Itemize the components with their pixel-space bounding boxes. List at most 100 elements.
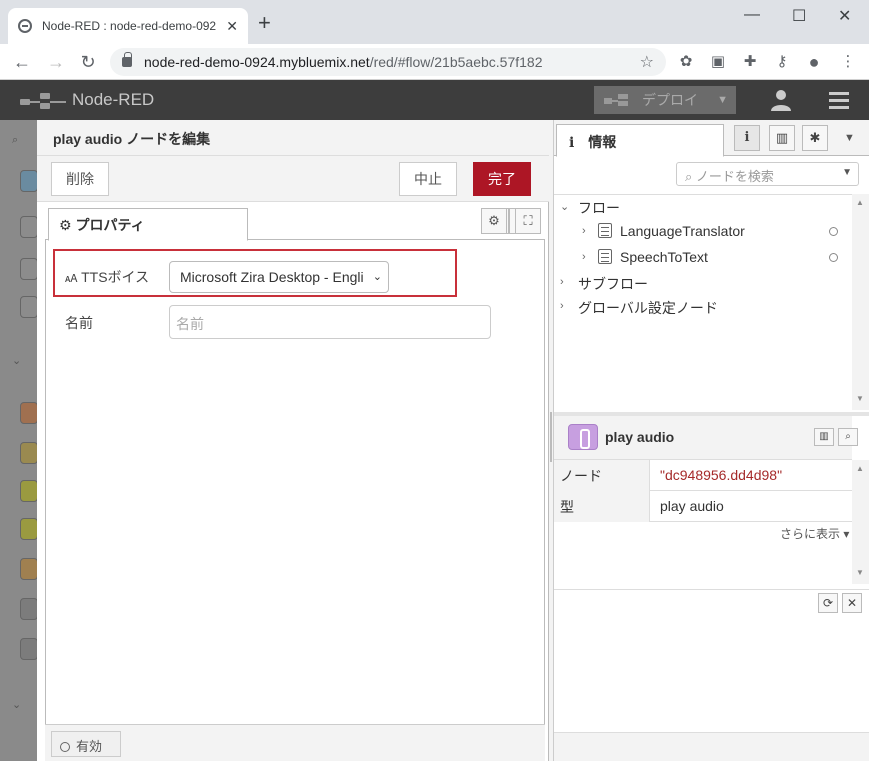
tree-item-flows[interactable]: ⌄ フロー <box>554 195 852 219</box>
palette-node <box>20 638 37 660</box>
palette-node <box>20 518 37 540</box>
node-help-book-icon[interactable]: ▥ <box>814 428 834 446</box>
extension-icon[interactable]: ✿ <box>676 52 696 70</box>
key-icon[interactable]: ⚷ <box>772 52 792 70</box>
chevron-right-icon: › <box>560 276 564 288</box>
browser-tab[interactable]: Node-RED : node-red-demo-092 ✕ <box>8 8 248 44</box>
tab-info-label: 情報 <box>588 134 617 150</box>
tree-item-flow[interactable]: › LanguageTranslator <box>554 220 852 244</box>
tree-item-global-config[interactable]: › グローバル設定ノード <box>554 295 852 319</box>
editor-tabs: ⚙ プロパティ ⚙ ▤ <box>45 206 545 241</box>
show-more-link[interactable]: さらに表示 ▾ <box>780 525 849 542</box>
editor-toolbar: 削除 中止 完了 <box>37 156 549 202</box>
line-extension-icon[interactable]: ▣ <box>708 52 728 70</box>
lock-icon <box>122 52 132 67</box>
profile-icon[interactable]: ● <box>804 52 824 73</box>
sidebar-dropdown-icon[interactable]: ▼ <box>844 132 855 144</box>
name-label: 名前 <box>65 315 93 331</box>
bookmark-star-icon[interactable]: ☆ <box>640 52 654 72</box>
browser-menu-icon[interactable]: ⋮ <box>838 52 858 70</box>
tab-close-icon[interactable]: ✕ <box>226 18 238 35</box>
flow-icon <box>598 249 612 264</box>
cancel-button[interactable]: 中止 <box>399 162 457 196</box>
enabled-label: 有効 <box>76 739 103 754</box>
app-logo: Node-RED <box>20 90 154 110</box>
deploy-icon <box>604 94 630 106</box>
tree-label: サブフロー <box>578 276 648 292</box>
node-info-scrollbar[interactable]: ▲ ▼ <box>852 460 869 584</box>
reload-icon[interactable]: ↻ <box>76 50 100 74</box>
name-input[interactable]: 名前 <box>169 305 491 339</box>
language-icon: 🗚 <box>65 273 78 285</box>
address-bar-row: ← → ↻ node-red-demo-0924.mybluemix.net /… <box>0 44 869 80</box>
debug-bug-icon[interactable]: ✱ <box>802 125 828 151</box>
palette-node <box>20 216 37 238</box>
close-icon[interactable]: ✕ <box>842 593 862 613</box>
palette-node <box>20 442 37 464</box>
tree-label: グローバル設定ノード <box>578 300 718 316</box>
puzzle-icon[interactable]: ✚ <box>740 52 760 70</box>
tab-info[interactable]: i 情報 <box>556 124 724 157</box>
selected-node-name: play audio <box>605 429 675 445</box>
node-search-icon[interactable]: ⌕ <box>838 428 858 446</box>
enable-toggle[interactable]: 有効 <box>51 731 121 757</box>
minimize-icon[interactable]: — <box>744 6 760 24</box>
chevron-down-icon: ⌄ <box>372 271 382 283</box>
back-icon[interactable]: ← <box>10 50 34 74</box>
close-window-icon[interactable]: ✕ <box>838 6 851 26</box>
table-row: ノード "dc948956.dd4d98" <box>554 460 852 491</box>
prop-key: 型 <box>554 491 650 522</box>
delete-button[interactable]: 削除 <box>51 162 109 196</box>
done-button[interactable]: 完了 <box>473 162 531 196</box>
node-search-input[interactable]: ⌕ ノードを検索 ▼ <box>676 162 859 186</box>
appearance-icon[interactable]: ⛶ <box>515 208 541 234</box>
tree-label: LanguageTranslator <box>620 223 745 239</box>
tree-label: フロー <box>578 200 620 216</box>
deploy-label: デプロイ <box>642 92 698 108</box>
flow-tree: ⌄ フロー › LanguageTranslator › SpeechToTex… <box>554 194 852 410</box>
selected-node-header: play audio ▥ ⌕ <box>554 416 858 460</box>
palette-node <box>20 480 37 502</box>
refresh-icon[interactable]: ⟳ <box>818 593 838 613</box>
maximize-icon[interactable]: ☐ <box>792 6 806 26</box>
forward-icon[interactable]: → <box>44 50 68 74</box>
node-red-logo-icon <box>20 91 66 109</box>
palette-node <box>20 296 37 318</box>
node-palette: ⌕ ⌄ ⌄ <box>0 120 37 761</box>
prop-value[interactable]: "dc948956.dd4d98" <box>650 460 852 491</box>
prop-key: ノード <box>554 460 650 491</box>
chevron-right-icon: › <box>560 300 564 312</box>
gear-icon: ⚙ <box>59 217 72 233</box>
info-tab-icon[interactable]: i <box>734 125 760 151</box>
tts-voice-label-text: TTSボイス <box>81 269 150 285</box>
user-icon[interactable] <box>770 89 792 111</box>
sidebar-footer <box>554 732 869 761</box>
tab-properties-label: プロパティ <box>75 217 145 233</box>
caret-down-icon[interactable]: ▼ <box>717 94 728 106</box>
palette-node <box>20 598 37 620</box>
editor-title: play audio ノードを編集 <box>37 120 549 156</box>
tts-voice-select[interactable]: Microsoft Zira Desktop - Engli ⌄ <box>169 261 389 293</box>
tab-properties[interactable]: ⚙ プロパティ <box>48 208 248 241</box>
app-header: Node-RED <box>0 80 869 120</box>
chevron-down-icon: ⌄ <box>560 201 570 213</box>
deploy-button[interactable]: デプロイ ▼ <box>594 86 736 114</box>
node-editor-tray: play audio ノードを編集 削除 中止 完了 ⚙ プロパティ ⚙ ▤ ⚙… <box>37 120 549 761</box>
tree-scrollbar[interactable]: ▲ ▼ <box>852 194 869 410</box>
globe-icon <box>18 19 32 33</box>
palette-node <box>20 402 37 424</box>
info-icon: i <box>569 135 575 151</box>
status-circle-icon <box>829 253 838 262</box>
flow-icon <box>598 223 612 238</box>
hamburger-menu-icon[interactable] <box>829 92 849 113</box>
prop-value: play audio <box>660 498 724 514</box>
sidebar: i 情報 i ▥ ✱ ▼ ⌕ ノードを検索 ▼ ⌄ フロー › Language… <box>554 120 869 761</box>
new-tab-button[interactable]: + <box>258 12 271 34</box>
palette-node <box>20 258 37 280</box>
url-field[interactable]: node-red-demo-0924.mybluemix.net /red/#f… <box>110 48 666 76</box>
help-book-icon[interactable]: ▥ <box>769 125 795 151</box>
node-settings-icon[interactable]: ⚙ <box>481 208 507 234</box>
caret-down-icon[interactable]: ▼ <box>842 167 852 178</box>
tree-item-subflows[interactable]: › サブフロー <box>554 271 852 295</box>
tree-item-flow[interactable]: › SpeechToText <box>554 246 852 270</box>
